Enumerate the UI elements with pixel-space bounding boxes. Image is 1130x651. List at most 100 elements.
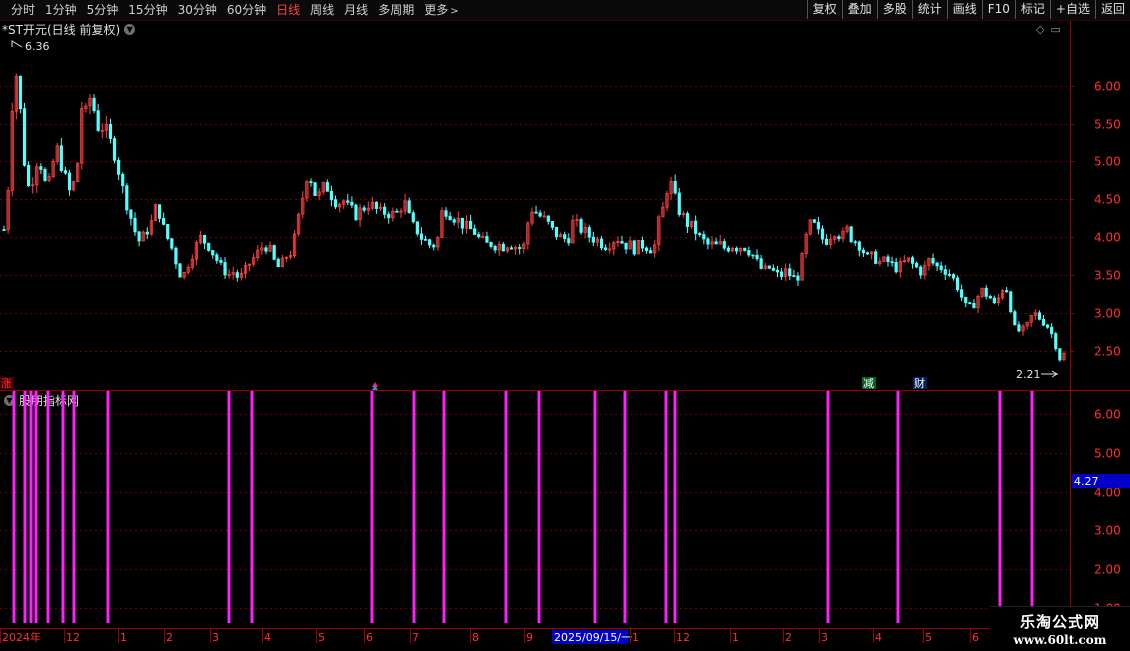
signal-bar [826,391,830,623]
candle-body [644,247,649,251]
indicator-tick-label: 6.00 [1094,408,1121,422]
indicator-chart[interactable]: 6.005.004.003.002.001.004.27 [0,391,1130,629]
period-tab-10[interactable]: 更多 > [419,0,463,20]
candle-body [333,199,338,208]
candle-body [1013,311,1017,326]
candle-body [861,249,866,254]
candle-body [272,245,276,260]
candle-body [223,262,227,276]
candle-body [26,164,31,187]
candle-body [747,250,751,256]
candle-body [63,170,68,174]
candle-body [473,228,477,235]
candle-body [235,272,239,278]
toolbar-button-2[interactable]: 多股 [876,0,912,19]
period-tab-2[interactable]: 5分钟 [82,0,124,20]
candle-body [767,265,771,269]
signal-bar [664,391,668,623]
event-marker-label[interactable]: 财 [914,376,925,390]
candle-body [726,247,730,252]
candle-body [395,210,399,213]
period-tab-9[interactable]: 多周期 [373,0,419,20]
candle-body [915,262,919,268]
candle-body [485,236,489,243]
candle-body [722,241,726,249]
candle-body [775,269,780,273]
period-tab-5[interactable]: 60分钟 [222,0,271,20]
indicator-tick-label: 2.00 [1094,563,1121,577]
candle-body [1054,333,1058,350]
toolbar-button-6[interactable]: 标记 [1014,0,1050,19]
candle-body [698,233,702,236]
candle-body [432,244,436,248]
period-tab-0[interactable]: 分时 [6,0,40,20]
candle-body [1037,312,1041,320]
watermark: 乐淘公式网 www.60lt.com [990,606,1130,651]
candle-body [939,265,943,271]
signal-bar [29,391,33,623]
candle-body [362,207,366,211]
candle-body [493,246,497,251]
signal-bar [72,391,76,623]
period-tab-8[interactable]: 月线 [339,0,373,20]
toolbar-button-3[interactable]: 统计 [911,0,947,19]
candle-body [419,233,424,240]
candle-body [112,138,117,161]
toolbar-button-8[interactable]: 返回 [1094,0,1130,19]
candle-body [264,247,268,252]
candle-body [788,268,792,277]
candle-body [137,231,141,242]
period-tab-6[interactable]: 日线 [271,0,305,20]
candle-body [1050,326,1054,335]
period-tab-4[interactable]: 30分钟 [173,0,222,20]
candle-body [992,297,996,304]
indicator-tick-label: 3.00 [1094,524,1121,538]
candle-body [428,239,432,246]
event-marker-label[interactable]: 减 [863,377,874,390]
event-marker-label[interactable]: 涨 [1,377,12,390]
candle-body [857,241,861,251]
date-tick-label: 2024年 [2,630,41,644]
period-tab-7[interactable]: 周线 [305,0,339,20]
period-tab-1[interactable]: 1分钟 [40,0,82,20]
price-tick-label: 3.50 [1094,269,1121,283]
price-tick-label: 5.00 [1094,155,1121,169]
toolbar-button-5[interactable]: F10 [981,0,1015,19]
candle-body [174,247,178,265]
date-tick-label: 8 [472,631,479,644]
candle-body [825,238,829,245]
candle-body [411,212,415,223]
candle-body [162,218,166,225]
candle-body [329,190,334,201]
toolbar-button-0[interactable]: 复权 [806,0,842,19]
candle-body [890,261,894,264]
candle-body [550,221,555,228]
date-tick-label: 5 [318,631,325,644]
candle-body [129,209,133,219]
signal-bar [537,391,541,623]
candle-body [1058,348,1062,361]
candle-body [624,242,628,250]
low-arrow-icon [1041,370,1059,378]
signal-bar [623,391,627,623]
signal-bar [23,391,27,623]
candle-body [145,231,149,235]
candle-body [820,228,825,240]
candle-body [599,238,604,249]
signal-bar [34,391,38,623]
toolbar-button-7[interactable]: +自选 [1049,0,1095,19]
candle-body [943,269,947,275]
signal-bar [106,391,110,623]
candle-body [759,258,763,269]
candle-body [640,239,645,249]
candle-body [215,254,219,261]
candle-body [489,241,493,247]
candle-body [460,217,464,229]
candle-body [96,110,100,131]
date-tick-label: 4 [264,631,271,644]
period-tabs: 分时 1分钟 5分钟 15分钟 30分钟 60分钟 日线 周线 月线 多周期 更多 > [0,0,464,20]
toolbar-button-4[interactable]: 画线 [946,0,982,19]
period-tab-3[interactable]: 15分钟 [123,0,172,20]
toolbar-button-1[interactable]: 叠加 [841,0,877,19]
main-chart[interactable]: 6.00 5.50 5.00 4.50 4.00 3.50 3.00 2.50 6.36 2.21… [0,21,1130,391]
